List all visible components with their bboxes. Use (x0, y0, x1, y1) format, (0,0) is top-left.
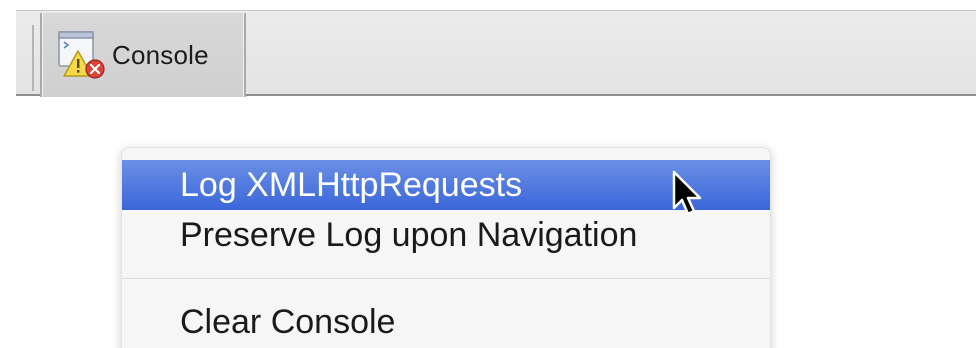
console-button-label: Console (112, 39, 209, 70)
menu-item-clear-console[interactable]: Clear Console (122, 297, 770, 347)
console-icon (58, 31, 105, 79)
context-menu: Log XMLHttpRequests Preserve Log upon Na… (121, 147, 771, 348)
menu-item-label: Preserve Log upon Navigation (180, 215, 638, 254)
toolbar-divider (32, 25, 34, 91)
menu-separator (122, 278, 770, 279)
console-button[interactable]: Console (40, 13, 246, 97)
menu-item-label: Clear Console (180, 302, 396, 341)
toolbar: Console (16, 10, 976, 97)
menu-item-label: Log XMLHttpRequests (180, 165, 523, 204)
menu-item-preserve-log[interactable]: Preserve Log upon Navigation (122, 210, 770, 260)
menu-item-log-xmlhttprequests[interactable]: Log XMLHttpRequests (122, 160, 770, 210)
page: Console Log XMLHttpRequests Preserve Log… (0, 0, 976, 348)
